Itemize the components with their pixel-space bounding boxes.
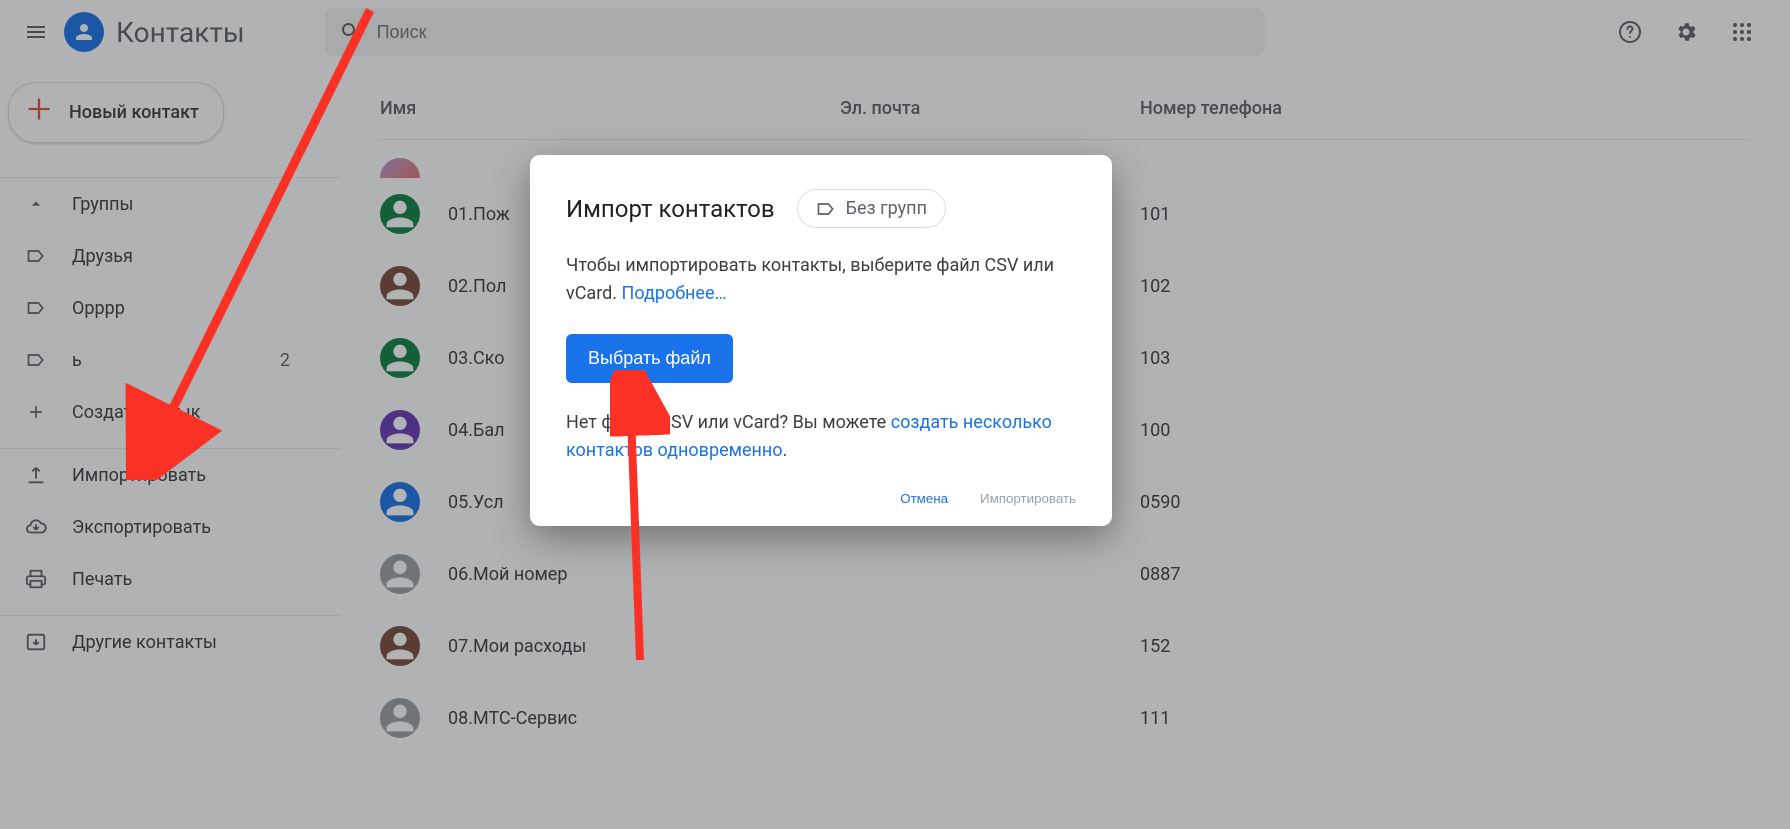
modal-title: Импорт контактов xyxy=(566,195,775,223)
learn-more-link[interactable]: Подробнее… xyxy=(622,283,727,304)
import-contacts-modal: Импорт контактов Без групп Чтобы импорти… xyxy=(530,155,1112,526)
modal-body-text-2a: Нет файла CSV или vCard? Вы можете xyxy=(566,412,891,433)
label-icon xyxy=(816,199,836,219)
label-chip-text: Без групп xyxy=(846,198,927,219)
modal-body-text-2end: . xyxy=(783,440,788,461)
choose-file-button[interactable]: Выбрать файл xyxy=(566,334,733,383)
cancel-button[interactable]: Отмена xyxy=(900,491,948,506)
import-button: Импортировать xyxy=(980,491,1076,506)
label-chip[interactable]: Без групп xyxy=(797,189,946,228)
